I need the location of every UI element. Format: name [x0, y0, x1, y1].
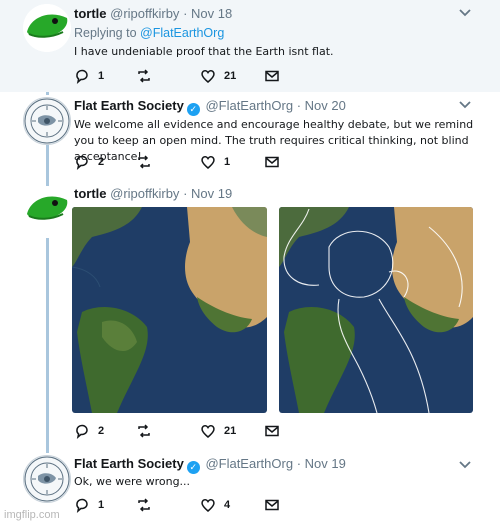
- envelope-icon: [265, 499, 279, 511]
- heart-icon: [201, 69, 215, 83]
- message-button[interactable]: [264, 68, 280, 84]
- reply-icon: [76, 498, 88, 513]
- like-count: 1: [224, 156, 231, 168]
- tortle-avatar-icon: [23, 186, 71, 234]
- user-handle[interactable]: @FlatEarthOrg: [205, 456, 293, 471]
- reply-icon: [76, 69, 88, 84]
- reply-count: 1: [98, 70, 105, 82]
- retweet-icon: [138, 155, 150, 169]
- like-count: 21: [224, 425, 237, 437]
- retweet-button[interactable]: [136, 497, 160, 513]
- reply-icon: [76, 155, 88, 170]
- tweet-actions: 2 1: [74, 154, 294, 172]
- user-name[interactable]: Flat Earth Society: [74, 456, 184, 471]
- user-handle[interactable]: @FlatEarthOrg: [205, 98, 293, 113]
- heart-icon: [201, 424, 215, 438]
- reply-context: Replying to @FlatEarthOrg: [74, 26, 224, 40]
- chevron-down-icon[interactable]: [458, 6, 472, 20]
- user-name[interactable]: tortle: [74, 186, 107, 201]
- retweet-button[interactable]: [136, 68, 160, 84]
- reply-count: 2: [98, 156, 105, 168]
- reply-prefix: Replying to: [74, 26, 137, 40]
- map-drawing-picture: [279, 207, 473, 413]
- tweet-actions: 1 21: [74, 68, 294, 86]
- watermark: imgflip.com: [4, 509, 60, 521]
- tweet-date[interactable]: · Nov 18: [183, 6, 232, 21]
- tortle-avatar-icon: [23, 4, 71, 52]
- tweet[interactable]: Flat Earth Society ✓ @FlatEarthOrg · Nov …: [0, 92, 500, 182]
- envelope-icon: [265, 70, 279, 82]
- flat-earth-avatar-icon: [24, 456, 70, 502]
- tweet-header: tortle @ripoffkirby · Nov 19: [74, 186, 232, 201]
- tweet-header: Flat Earth Society ✓ @FlatEarthOrg · Nov …: [74, 456, 346, 474]
- message-button[interactable]: [264, 423, 280, 439]
- reply-button[interactable]: 2: [74, 154, 104, 170]
- map-picture: [72, 207, 267, 413]
- avatar[interactable]: [23, 4, 71, 52]
- reply-count: 2: [98, 425, 105, 437]
- like-button[interactable]: 21: [200, 68, 236, 84]
- like-count: 21: [224, 70, 237, 82]
- like-button[interactable]: 1: [200, 154, 230, 170]
- retweet-icon: [138, 498, 150, 512]
- like-count: 4: [224, 499, 231, 511]
- heart-icon: [201, 498, 215, 512]
- tweet-date[interactable]: · Nov 20: [297, 98, 346, 113]
- reply-to-link[interactable]: @FlatEarthOrg: [140, 26, 224, 40]
- like-button[interactable]: 21: [200, 423, 236, 439]
- reply-button[interactable]: 1: [74, 68, 104, 84]
- tweet-header: tortle @ripoffkirby · Nov 18: [74, 6, 232, 21]
- tweet-actions: 2 21: [74, 423, 294, 441]
- verified-badge-icon: ✓: [186, 103, 200, 116]
- tweet-text: Ok, we were wrong...: [74, 475, 191, 488]
- message-button[interactable]: [264, 154, 280, 170]
- chevron-down-icon[interactable]: [458, 458, 472, 472]
- tweet[interactable]: tortle @ripoffkirby · Nov 19 2 21: [0, 182, 500, 440]
- envelope-icon: [265, 156, 279, 168]
- like-button[interactable]: 4: [200, 497, 230, 513]
- avatar[interactable]: [23, 455, 71, 503]
- tweet-text: I have undeniable proof that the Earth i…: [74, 45, 334, 58]
- retweet-button[interactable]: [136, 423, 160, 439]
- retweet-button[interactable]: [136, 154, 160, 170]
- reply-button[interactable]: 1: [74, 497, 104, 513]
- chevron-down-icon[interactable]: [458, 98, 472, 112]
- tweet[interactable]: tortle @ripoffkirby · Nov 18 Replying to…: [0, 0, 500, 92]
- earth-map-image[interactable]: [72, 207, 267, 413]
- tweet[interactable]: Flat Earth Society ✓ @FlatEarthOrg · Nov …: [0, 450, 500, 525]
- reply-icon: [76, 424, 88, 439]
- reply-count: 1: [98, 499, 105, 511]
- retweet-icon: [138, 69, 150, 83]
- user-handle[interactable]: @ripoffkirby: [110, 6, 179, 21]
- tweet-header: Flat Earth Society ✓ @FlatEarthOrg · Nov …: [74, 98, 346, 116]
- message-button[interactable]: [264, 497, 280, 513]
- earth-map-drawing-image[interactable]: [279, 207, 473, 413]
- retweet-icon: [138, 424, 150, 438]
- verified-badge-icon: ✓: [186, 461, 200, 474]
- user-name[interactable]: Flat Earth Society: [74, 98, 184, 113]
- tweet-date[interactable]: · Nov 19: [297, 456, 346, 471]
- flat-earth-avatar-icon: [24, 98, 70, 144]
- avatar[interactable]: [23, 186, 71, 234]
- user-name[interactable]: tortle: [74, 6, 107, 21]
- envelope-icon: [265, 425, 279, 437]
- avatar[interactable]: [23, 97, 71, 145]
- tweet-actions: 1 4: [74, 497, 294, 515]
- tweet-date[interactable]: · Nov 19: [183, 186, 232, 201]
- user-handle[interactable]: @ripoffkirby: [110, 186, 179, 201]
- reply-button[interactable]: 2: [74, 423, 104, 439]
- heart-icon: [201, 155, 215, 169]
